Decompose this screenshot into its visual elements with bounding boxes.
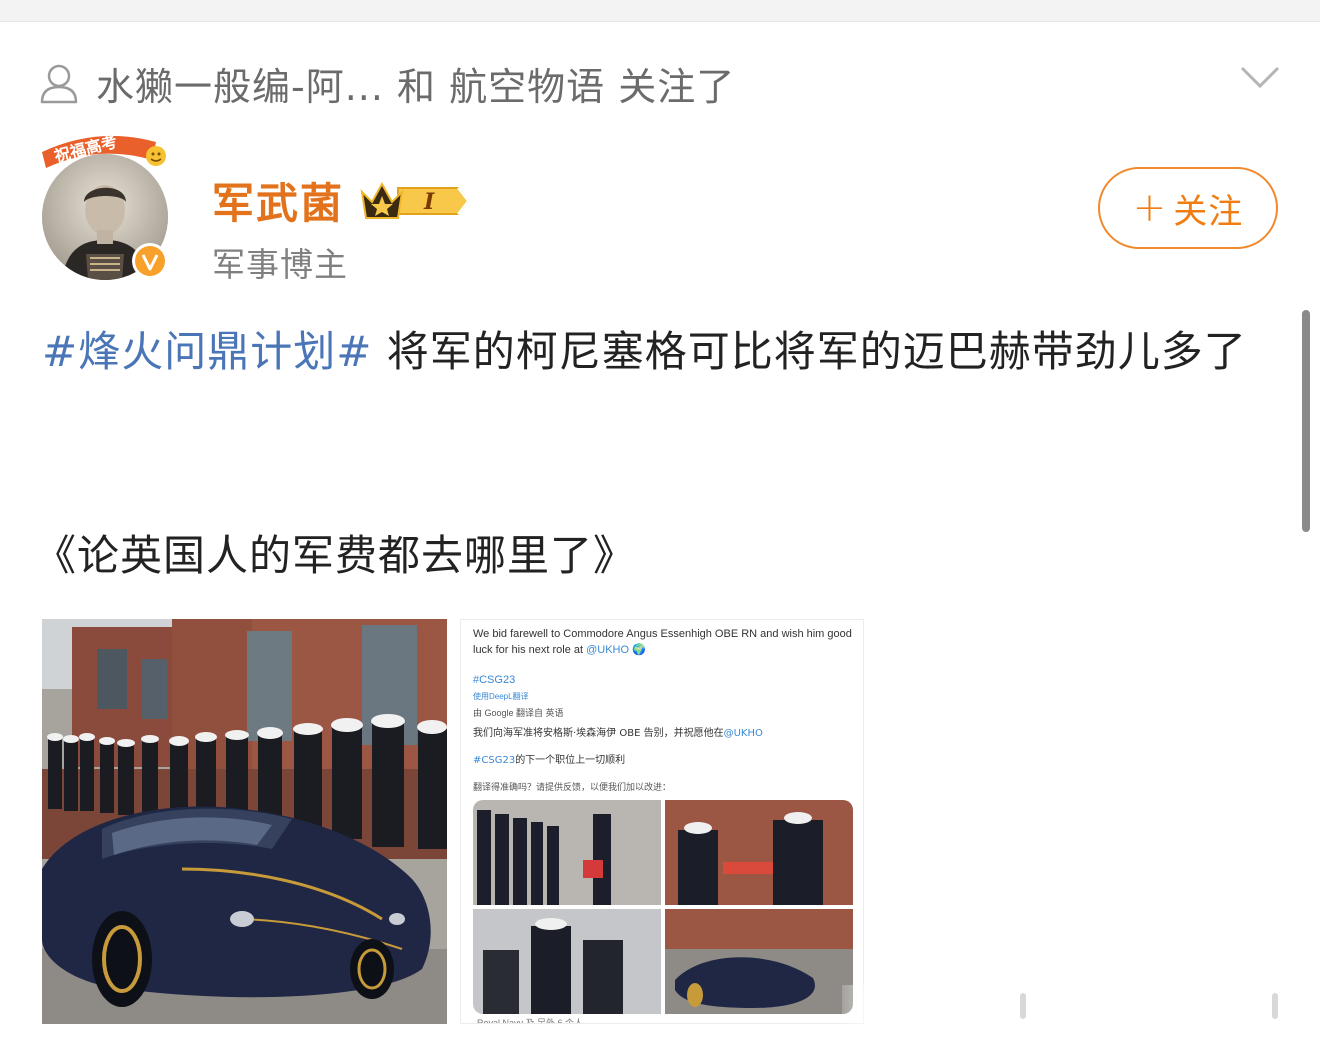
follow-button-label: 关注 <box>1173 191 1244 232</box>
author-name-row[interactable]: 军武菌 I <box>212 170 474 231</box>
tweet-google-line: 由 Google 翻译自 英语 <box>473 708 564 718</box>
tweet-text-cn-2: #CSG23的下一个职位上一切顺利 <box>473 751 625 766</box>
tweet-small-note: 使用DeepL翻译 <box>473 692 529 701</box>
tweet-cn-text-1: 我们向海军准将安格斯·埃森海伊 OBE 告别，并祝愿他在 <box>473 728 724 739</box>
vip-crown-icon[interactable]: I <box>358 178 474 224</box>
post-hashtag[interactable]: #烽火问鼎计划# <box>42 327 372 376</box>
badge-ribbon: 祝福高考 <box>42 132 166 168</box>
verified-icon <box>132 243 168 279</box>
plus-icon: + <box>1132 185 1168 231</box>
scrollbar[interactable] <box>1302 310 1310 532</box>
post-image-car[interactable] <box>42 619 447 1024</box>
globe-icon: 🌍 <box>632 644 646 656</box>
tweet-text-en-1: We bid farewell to Commodore Angus Essen… <box>473 628 852 656</box>
top-strip <box>0 0 1320 22</box>
author-title: 军事博主 <box>212 245 348 284</box>
tweet-text-cn-1: 我们向海军准将安格斯·埃森海伊 OBE 告别，并祝愿他在@UKHO <box>473 724 863 739</box>
post-body: 将军的柯尼塞格可比将军的迈巴赫带劲儿多了 <box>372 327 1247 376</box>
follow-notice-row[interactable]: 水獭一般编-阿... 和 航空物语 关注了 <box>38 58 1288 109</box>
chevron-down-icon[interactable] <box>1238 62 1282 92</box>
follow-button[interactable]: + 关注 <box>1098 167 1278 249</box>
tweet-feedback: 翻译得准确吗？请提供反馈，以便我们加以改进： <box>473 783 672 793</box>
follow-notice-text: 水獭一般编-阿... 和 航空物语 关注了 <box>96 64 736 109</box>
pager-dot <box>1020 993 1026 1019</box>
tweet-cn-text-2: 的下一个职位上一切顺利 <box>515 755 626 766</box>
post-text: #烽火问鼎计划# 将军的柯尼塞格可比将军的迈巴赫带劲儿多了 <box>42 318 1282 386</box>
tweet-cn-mention: @UKHO <box>723 728 763 739</box>
vip-level: I <box>423 189 435 215</box>
user-icon <box>40 64 78 104</box>
image-pager <box>842 985 1312 1027</box>
author-name[interactable]: 军武菌 <box>212 170 344 231</box>
tweet-cn-tag: #CSG23 <box>473 755 516 766</box>
badge-text: 祝福高考 <box>52 132 119 166</box>
tweet-mention: @UKHO <box>586 644 630 656</box>
avatar[interactable]: 祝福高考 <box>38 130 178 280</box>
tweet-footer: Royal Navy 及 另外 6 个人 <box>477 1018 584 1024</box>
tweet-hashtag: #CSG23 <box>473 674 516 686</box>
post-image-tweet-screenshot[interactable]: We bid farewell to Commodore Angus Essen… <box>460 619 864 1024</box>
tweet-text-en: We bid farewell to Commodore Angus Essen… <box>473 626 863 658</box>
post-subtitle: 《论英国人的军费都去哪里了》 <box>34 531 637 580</box>
tweet-photo-grid <box>473 800 853 1014</box>
pager-dot <box>1272 993 1278 1019</box>
